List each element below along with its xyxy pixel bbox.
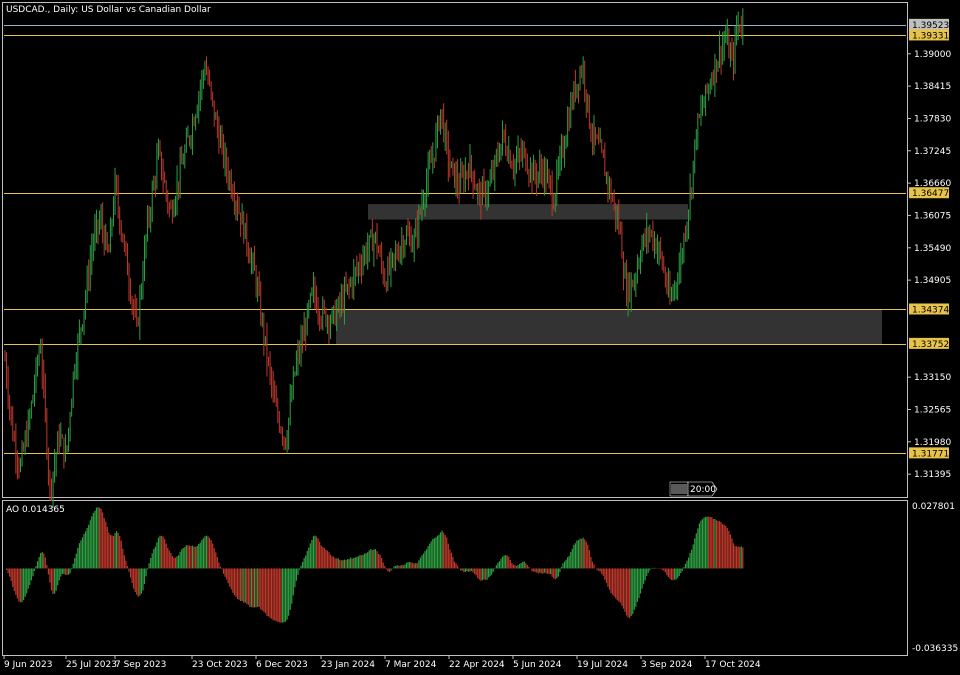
time-axis: 9 Jun 2023 25 Jul 20237 Sep 2023 23 Oct 20…	[3, 655, 761, 670]
zone-rect	[368, 204, 688, 220]
ao-title: AO 0.014365	[6, 505, 65, 515]
time-tick-label: 6 Dec 2023	[256, 660, 308, 670]
time-tick-label: 3 Sep 2024	[641, 660, 693, 670]
price-tick-label: 1.39000	[914, 50, 951, 60]
price-axis: 1.390001.384151.378301.372451.366601.360…	[907, 50, 951, 480]
time-tick-label: 22 Apr 2024	[449, 660, 505, 670]
price-tick-label: 1.38415	[914, 82, 951, 92]
time-tick-label: 23 Jan 2024	[321, 660, 375, 670]
time-tick-label: 9 Jun 2023	[4, 660, 52, 670]
scroll-marker[interactable]: 20:00	[669, 481, 718, 497]
time-tick-label: 7 Sep 2023	[115, 660, 166, 670]
price-tick-label: 1.34905	[914, 276, 951, 286]
ao-max-tick: 0.027801	[912, 502, 955, 512]
price-label-text: 1.34374	[912, 305, 949, 315]
time-tick-label: 23 Oct 2023	[192, 660, 248, 670]
price-label-text: 1.36477	[912, 189, 949, 199]
price-label-text: 1.39331	[912, 31, 949, 41]
price-tick-label: 1.37245	[914, 147, 951, 157]
ao-min-tick: -0.036335	[912, 644, 958, 654]
price-tick-label: 1.36075	[914, 211, 951, 221]
price-label-text: 1.31771	[912, 449, 949, 459]
price-tick-label: 1.37830	[914, 114, 951, 124]
price-label-text: 1.33752	[912, 340, 949, 350]
price-panel-frame	[2, 2, 908, 498]
time-tick-label: 5 Jun 2024	[513, 660, 562, 670]
zone-rect	[336, 309, 882, 344]
price-tick-label: 1.31980	[914, 438, 951, 448]
time-tick-label: 17 Oct 2024	[705, 660, 761, 670]
price-label-text: 1.39523	[912, 21, 949, 31]
time-tick-label: 7 Mar 2024	[385, 660, 437, 670]
price-tick-label: 1.33150	[914, 373, 951, 383]
time-tick-label: 19 Jul 2024	[577, 660, 628, 670]
price-tick-label: 1.35490	[914, 244, 951, 254]
chart-canvas[interactable]: 1.390001.384151.378301.372451.366601.360…	[0, 0, 960, 675]
scroll-marker-label: 20:00	[690, 485, 716, 495]
chart-title: USDCAD., Daily: US Dollar vs Canadian Do…	[6, 5, 211, 15]
price-tick-label: 1.31395	[914, 470, 951, 480]
price-tick-label: 1.32565	[914, 405, 951, 415]
time-tick-label: 25 Jul 2023	[66, 660, 117, 670]
